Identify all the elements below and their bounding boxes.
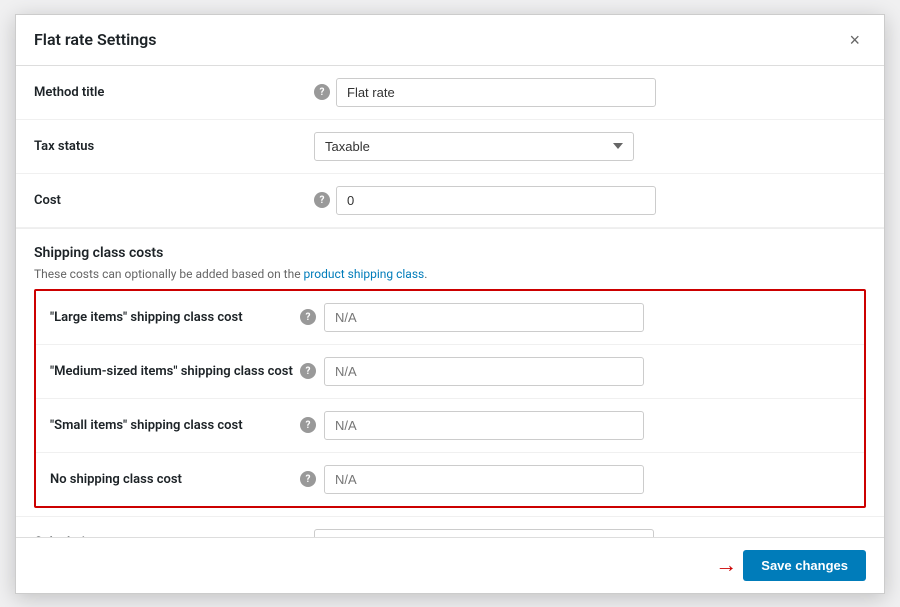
desc-text-start: These costs can optionally be added base… [34, 267, 304, 281]
method-title-help-icon[interactable]: ? [314, 84, 330, 100]
tax-status-row: Tax status Taxable None [16, 119, 884, 173]
small-items-help-icon[interactable]: ? [300, 417, 316, 433]
large-items-input[interactable] [324, 303, 644, 332]
medium-items-row: "Medium-sized items" shipping class cost… [36, 345, 864, 399]
modal-body: Method title ? Tax status [16, 66, 884, 537]
calculation-type-row: Calculation type Per class: Charge shipp… [16, 516, 884, 537]
modal-header: Flat rate Settings × [16, 15, 884, 66]
flat-rate-settings-modal: Flat rate Settings × Method title ? [15, 14, 885, 594]
no-shipping-class-field: ? [300, 465, 850, 494]
method-title-input[interactable] [336, 78, 656, 107]
medium-items-label: "Medium-sized items" shipping class cost [50, 364, 300, 379]
small-items-row: "Small items" shipping class cost ? [36, 399, 864, 453]
large-items-row: "Large items" shipping class cost ? [36, 291, 864, 345]
large-items-field: ? [300, 303, 850, 332]
medium-items-input[interactable] [324, 357, 644, 386]
method-title-row: Method title ? [16, 66, 884, 120]
method-title-label: Method title [34, 85, 104, 100]
shipping-class-section-header: Shipping class costs These costs can opt… [16, 228, 884, 289]
small-items-label: "Small items" shipping class cost [50, 418, 300, 433]
cost-row: Cost ? [16, 173, 884, 227]
large-items-help-icon[interactable]: ? [300, 309, 316, 325]
shipping-class-bordered-section: "Large items" shipping class cost ? "Med… [34, 289, 866, 508]
modal-title: Flat rate Settings [34, 30, 157, 49]
no-shipping-class-label: No shipping class cost [50, 472, 300, 487]
product-shipping-class-link[interactable]: product shipping class [304, 267, 425, 281]
close-button[interactable]: × [843, 29, 866, 51]
small-items-input[interactable] [324, 411, 644, 440]
save-changes-button[interactable]: Save changes [743, 550, 866, 581]
shipping-class-description: These costs can optionally be added base… [34, 267, 866, 281]
calculation-type-select[interactable]: Per class: Charge shipping for each ship… [314, 529, 654, 537]
tax-status-select[interactable]: Taxable None [314, 132, 634, 161]
large-items-label: "Large items" shipping class cost [50, 310, 300, 325]
desc-text-end: . [424, 267, 427, 281]
medium-items-field: ? [300, 357, 850, 386]
modal-overlay: Flat rate Settings × Method title ? [0, 0, 900, 607]
medium-items-help-icon[interactable]: ? [300, 363, 316, 379]
small-items-field: ? [300, 411, 850, 440]
save-arrow-icon: → [715, 552, 737, 578]
method-title-field-group: ? [314, 78, 866, 107]
cost-label: Cost [34, 193, 61, 208]
no-shipping-class-help-icon[interactable]: ? [300, 471, 316, 487]
modal-footer: → Save changes [16, 537, 884, 593]
tax-status-label: Tax status [34, 139, 94, 154]
no-shipping-class-input[interactable] [324, 465, 644, 494]
save-arrow-container: → Save changes [715, 550, 866, 581]
cost-field-group: ? [314, 186, 866, 215]
cost-help-icon[interactable]: ? [314, 192, 330, 208]
no-shipping-class-row: No shipping class cost ? [36, 453, 864, 506]
shipping-class-title: Shipping class costs [34, 245, 866, 261]
cost-input[interactable] [336, 186, 656, 215]
settings-form: Method title ? Tax status [16, 66, 884, 228]
